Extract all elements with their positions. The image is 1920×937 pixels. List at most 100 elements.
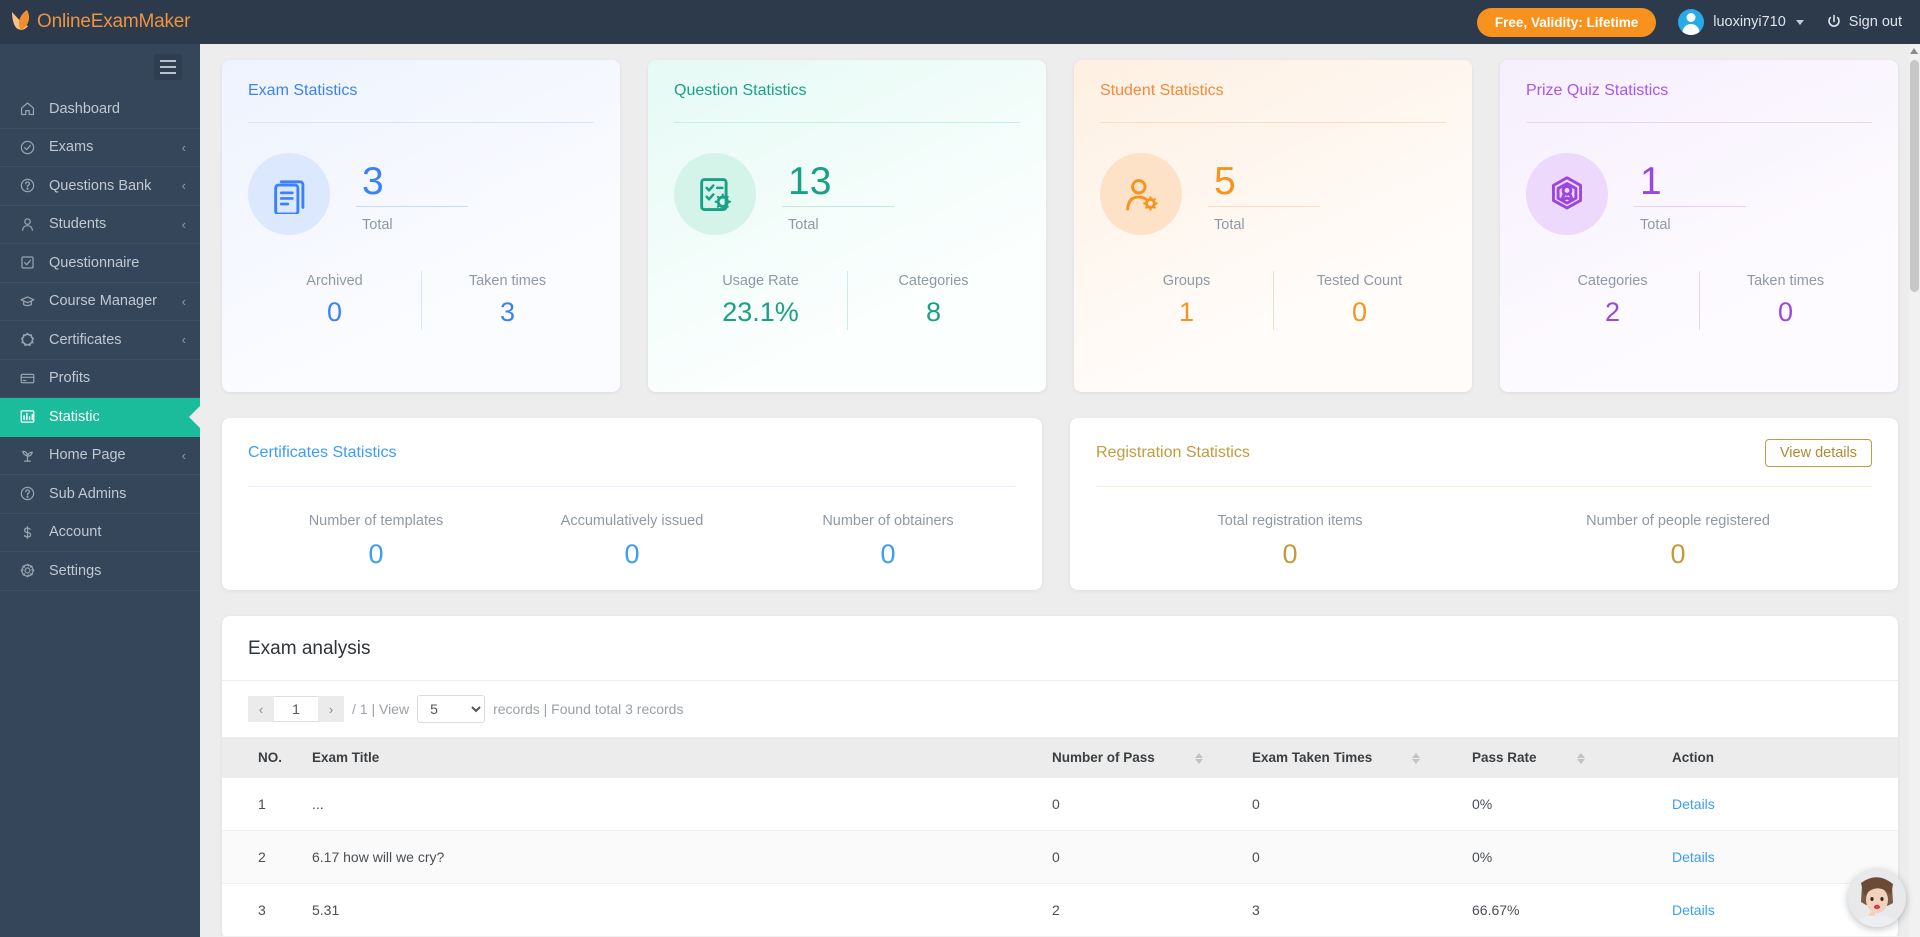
sidebar-item-certificates[interactable]: Certificates ‹ bbox=[0, 321, 200, 360]
sidebar-item-label: Certificates bbox=[49, 331, 122, 348]
sidebar-item-account[interactable]: Account bbox=[0, 514, 200, 552]
sort-arrows-icon[interactable] bbox=[1576, 752, 1585, 765]
certificates-metrics: Number of templates 0 Accumulatively issue… bbox=[248, 513, 1016, 570]
stat-card-footer: Archived 0 Taken times 3 bbox=[248, 271, 594, 330]
table-header-number-of-pass[interactable]: Number of Pass bbox=[1042, 737, 1242, 778]
stat-metric: Taken times 0 bbox=[1699, 271, 1872, 330]
table-header-exam-taken-times[interactable]: Exam Taken Times bbox=[1242, 737, 1462, 778]
home-icon bbox=[16, 100, 38, 118]
sidebar-item-settings[interactable]: Settings bbox=[0, 552, 200, 591]
sidebar-item-label: Sub Admins bbox=[49, 485, 127, 502]
page-scrollbar-thumb[interactable] bbox=[1910, 60, 1919, 292]
stat-total-label: Total bbox=[1640, 216, 1671, 233]
sidebar-item-questions-bank[interactable]: Questions Bank ‹ bbox=[0, 167, 200, 206]
sidebar-item-sub-admins[interactable]: Sub Admins bbox=[0, 475, 200, 514]
user-menu[interactable]: luoxinyi710 bbox=[1678, 9, 1804, 35]
row-exam-title: 6.17 how will we cry? bbox=[302, 830, 1042, 884]
panel-metric-label: Accumulatively issued bbox=[560, 513, 704, 529]
registration-panel-title: Registration Statistics bbox=[1096, 444, 1250, 461]
prev-page-button[interactable]: ‹ bbox=[248, 696, 274, 722]
hamburger-icon[interactable] bbox=[154, 54, 182, 80]
panel-metric-value: 0 bbox=[880, 539, 896, 569]
award-hexagon-icon bbox=[1552, 176, 1582, 210]
sort-arrows-icon[interactable] bbox=[1412, 752, 1421, 765]
gear-icon bbox=[16, 562, 38, 580]
page-scrollbar[interactable] bbox=[1909, 44, 1920, 937]
panel-metric-label: Number of obtainers bbox=[822, 513, 954, 529]
sidebar-item-dashboard[interactable]: Dashboard bbox=[0, 90, 200, 129]
checklist-gear-icon bbox=[700, 178, 731, 211]
brand-name: OnlineExamMaker bbox=[37, 11, 191, 32]
stat-metric: Usage Rate 23.1% bbox=[674, 271, 847, 330]
stat-metric-value: 8 bbox=[925, 297, 942, 327]
sidebar-item-exams[interactable]: Exams ‹ bbox=[0, 129, 200, 167]
user-icon bbox=[16, 215, 38, 233]
certificates-panel-title: Certificates Statistics bbox=[248, 444, 397, 461]
table-header-exam-title: Exam Title bbox=[302, 737, 1042, 778]
sidebar-item-label: Profits bbox=[49, 370, 91, 387]
stat-metric-value: 0 bbox=[1351, 297, 1368, 327]
table-header-pass-rate[interactable]: Pass Rate bbox=[1462, 737, 1662, 778]
check-circle-icon bbox=[16, 138, 38, 156]
chat-avatar-icon[interactable] bbox=[1848, 869, 1906, 927]
details-link[interactable]: Details bbox=[1672, 796, 1715, 812]
sprout-icon bbox=[16, 446, 38, 464]
page-number-input[interactable] bbox=[274, 696, 318, 722]
table-header-label: Action bbox=[1672, 750, 1714, 765]
scroll-up-arrow-icon[interactable] bbox=[1910, 48, 1918, 54]
panel-metric-label: Number of people registered bbox=[1586, 513, 1770, 529]
details-link[interactable]: Details bbox=[1672, 849, 1715, 865]
sidebar-item-profits[interactable]: Profits bbox=[0, 360, 200, 398]
row-number-of-pass: 0 bbox=[1042, 830, 1242, 884]
sidebar-item-questionnaire[interactable]: Questionnaire bbox=[0, 244, 200, 283]
table-header: NO. Exam Title Number of Pass Exam Taken Ti… bbox=[222, 737, 1898, 778]
validity-badge[interactable]: Free, Validity: Lifetime bbox=[1476, 7, 1657, 37]
row-number-of-pass: 2 bbox=[1042, 883, 1242, 937]
divider bbox=[1526, 122, 1872, 123]
sign-out-button[interactable]: Sign out bbox=[1826, 14, 1902, 30]
gear-icon bbox=[20, 563, 34, 578]
stat-metric: Categories 8 bbox=[847, 271, 1020, 330]
table-row: 3 5.31 2 3 66.67% Details bbox=[222, 883, 1898, 937]
table-pagination: ‹ › / 1 | View 5102050 records | Found t… bbox=[222, 681, 1898, 737]
row-pass-rate: 66.67% bbox=[1462, 883, 1662, 937]
next-page-button[interactable]: › bbox=[318, 696, 344, 722]
table-header-label: Exam Taken Times bbox=[1252, 750, 1373, 765]
sidebar-item-label: Course Manager bbox=[49, 293, 157, 310]
details-link[interactable]: Details bbox=[1672, 902, 1715, 918]
stat-metric: Groups 1 bbox=[1100, 271, 1273, 330]
row-pass-rate: 0% bbox=[1462, 830, 1662, 884]
sidebar-item-home-page[interactable]: Home Page ‹ bbox=[0, 437, 200, 475]
sidebar-item-label: Statistic bbox=[49, 408, 100, 425]
dollar-icon bbox=[23, 525, 31, 539]
row-no: 3 bbox=[222, 883, 302, 937]
award-hexagon-icon-bubble bbox=[1526, 153, 1608, 235]
stat-total-value: 5 bbox=[1214, 159, 1236, 203]
stat-metric-label: Archived bbox=[306, 273, 363, 289]
sidebar-item-statistic[interactable]: Statistic bbox=[0, 398, 200, 437]
sort-arrows-icon[interactable] bbox=[1194, 752, 1203, 765]
view-details-button[interactable]: View details bbox=[1764, 439, 1872, 467]
row-exam-taken-times: 3 bbox=[1242, 883, 1462, 937]
stat-metric-value: 3 bbox=[499, 297, 516, 327]
top-header-bar: OnlineExamMaker Free, Validity: Lifetime… bbox=[0, 0, 1920, 44]
stat-metric-value: 1 bbox=[1178, 297, 1195, 327]
sidebar-item-list: Dashboard Exams ‹ Questions Bank ‹ Students ‹ Q… bbox=[0, 90, 200, 591]
brand-logo[interactable]: OnlineExamMaker bbox=[0, 0, 200, 44]
divider bbox=[248, 486, 1016, 487]
stat-metric-value: 0 bbox=[326, 297, 343, 327]
divider bbox=[782, 205, 894, 207]
certificates-panel-header: Certificates Statistics bbox=[248, 440, 1016, 466]
stat-metric-value: 23.1% bbox=[722, 297, 799, 327]
bar-chart-icon bbox=[20, 410, 34, 423]
sidebar-item-students[interactable]: Students ‹ bbox=[0, 206, 200, 244]
stat-card-title: Prize Quiz Statistics bbox=[1526, 82, 1669, 99]
stat-card-title: Student Statistics bbox=[1100, 82, 1224, 99]
row-action-details[interactable]: Details bbox=[1662, 778, 1898, 831]
stat-card-primary: 1 Total bbox=[1526, 153, 1872, 235]
sidebar-item-course-manager[interactable]: Course Manager ‹ bbox=[0, 283, 200, 321]
registration-panel-header: Registration Statistics View details bbox=[1096, 439, 1872, 467]
table-body: 1... 0 0 0% Details 2 6.17 how will we cry? 0 0 0… bbox=[222, 778, 1898, 937]
page-size-select[interactable]: 5102050 bbox=[417, 695, 486, 723]
leaf-logo-icon bbox=[12, 10, 30, 30]
